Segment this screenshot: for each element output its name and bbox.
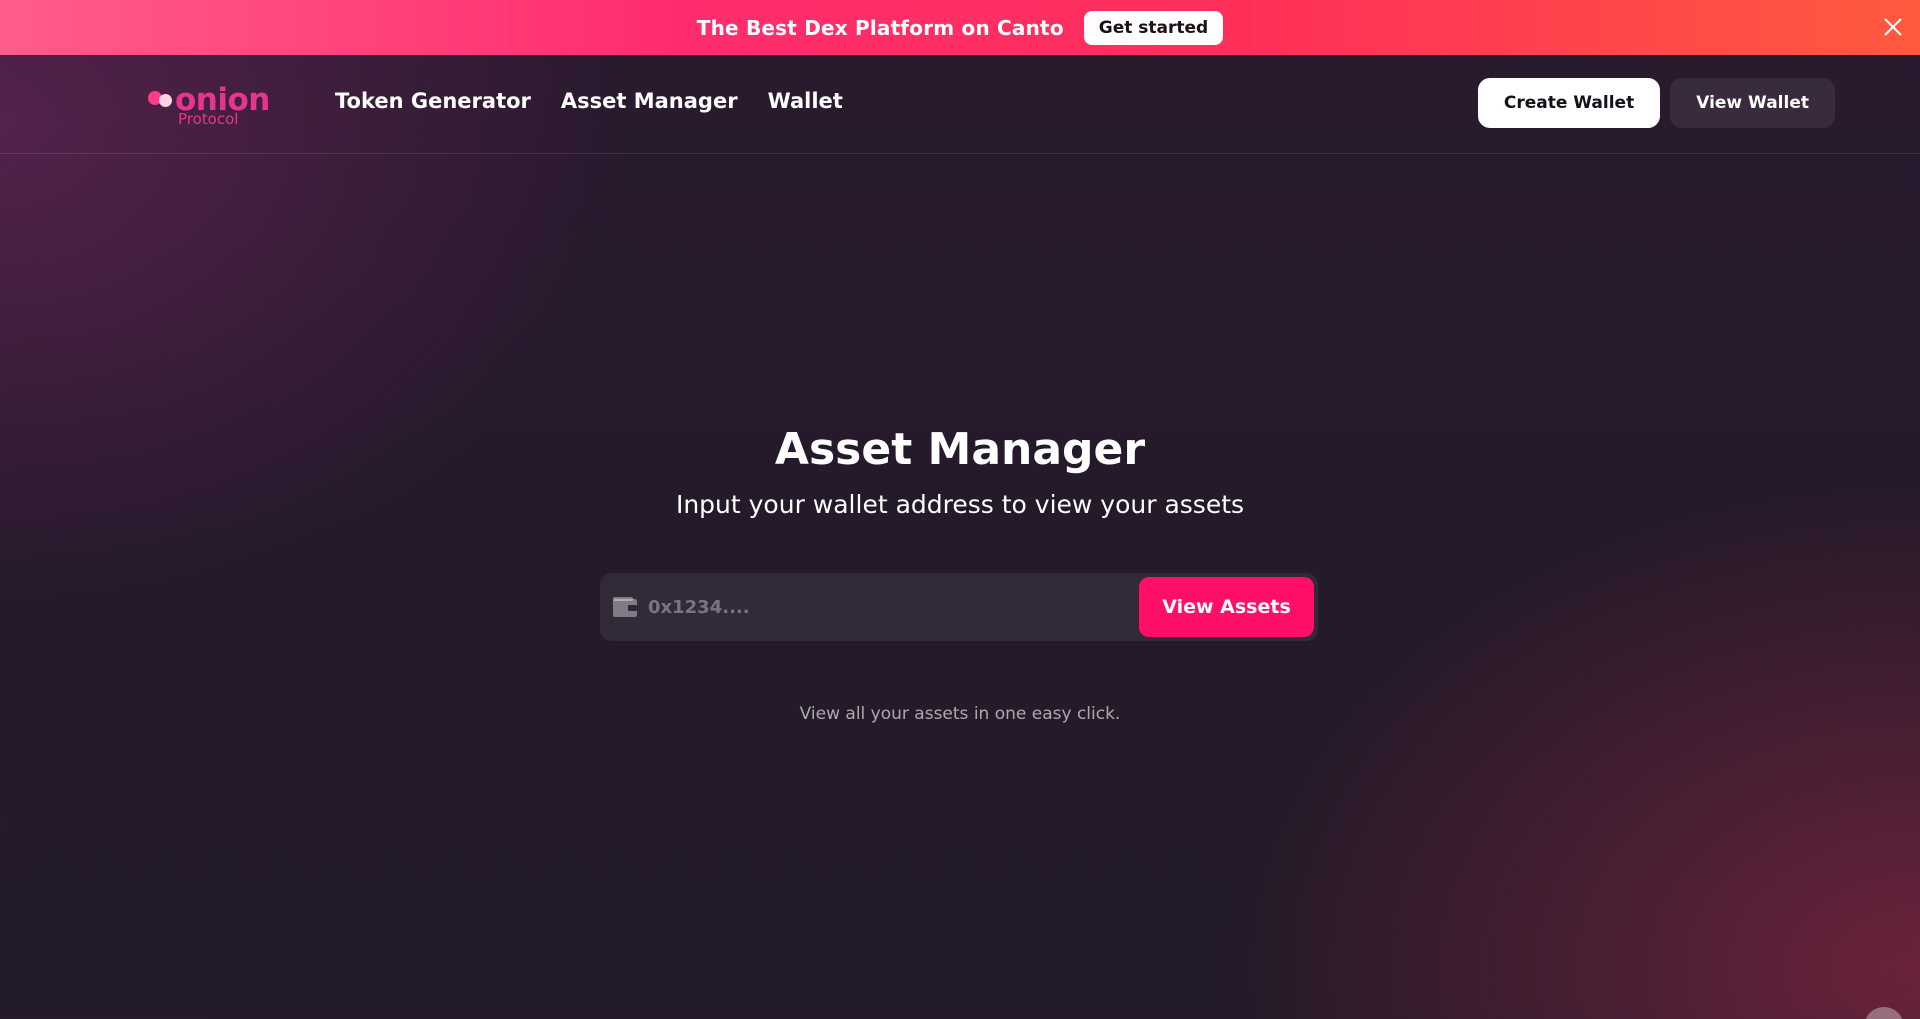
logo-mark-inner bbox=[159, 94, 172, 107]
banner-text: The Best Dex Platform on Canto bbox=[696, 15, 1064, 40]
main-nav: Token Generator Asset Manager Wallet bbox=[335, 89, 843, 113]
create-wallet-button[interactable]: Create Wallet bbox=[1477, 78, 1661, 128]
onion-protocol-logo[interactable]: onion Protocol bbox=[145, 83, 270, 128]
site-header: onion Protocol Token Generator Asset Man… bbox=[0, 55, 1920, 154]
asset-manager-section: Asset Manager Input your wallet address … bbox=[0, 420, 1920, 724]
nav-item-wallet[interactable]: Wallet bbox=[768, 89, 843, 113]
wallet-search-bar: View Assets bbox=[600, 573, 1318, 641]
wallet-icon bbox=[612, 596, 638, 618]
wallet-address-input[interactable] bbox=[648, 587, 1139, 627]
get-started-button[interactable]: Get started bbox=[1083, 10, 1224, 45]
page-title: Asset Manager bbox=[774, 424, 1146, 475]
helper-text: View all your assets in one easy click. bbox=[799, 704, 1121, 724]
nav-item-token-generator[interactable]: Token Generator bbox=[335, 89, 531, 113]
header-actions: Create Wallet View Wallet bbox=[1477, 78, 1835, 128]
page-subtitle: Input your wallet address to view your a… bbox=[675, 490, 1245, 519]
logo-subtitle: Protocol bbox=[178, 110, 239, 128]
view-wallet-button[interactable]: View Wallet bbox=[1670, 78, 1835, 128]
nav-item-asset-manager[interactable]: Asset Manager bbox=[561, 89, 738, 113]
view-assets-button[interactable]: View Assets bbox=[1139, 577, 1314, 637]
close-icon[interactable] bbox=[1880, 14, 1906, 40]
chat-widget-icon[interactable] bbox=[1864, 1007, 1904, 1019]
announcement-banner: The Best Dex Platform on Canto Get start… bbox=[0, 0, 1920, 55]
